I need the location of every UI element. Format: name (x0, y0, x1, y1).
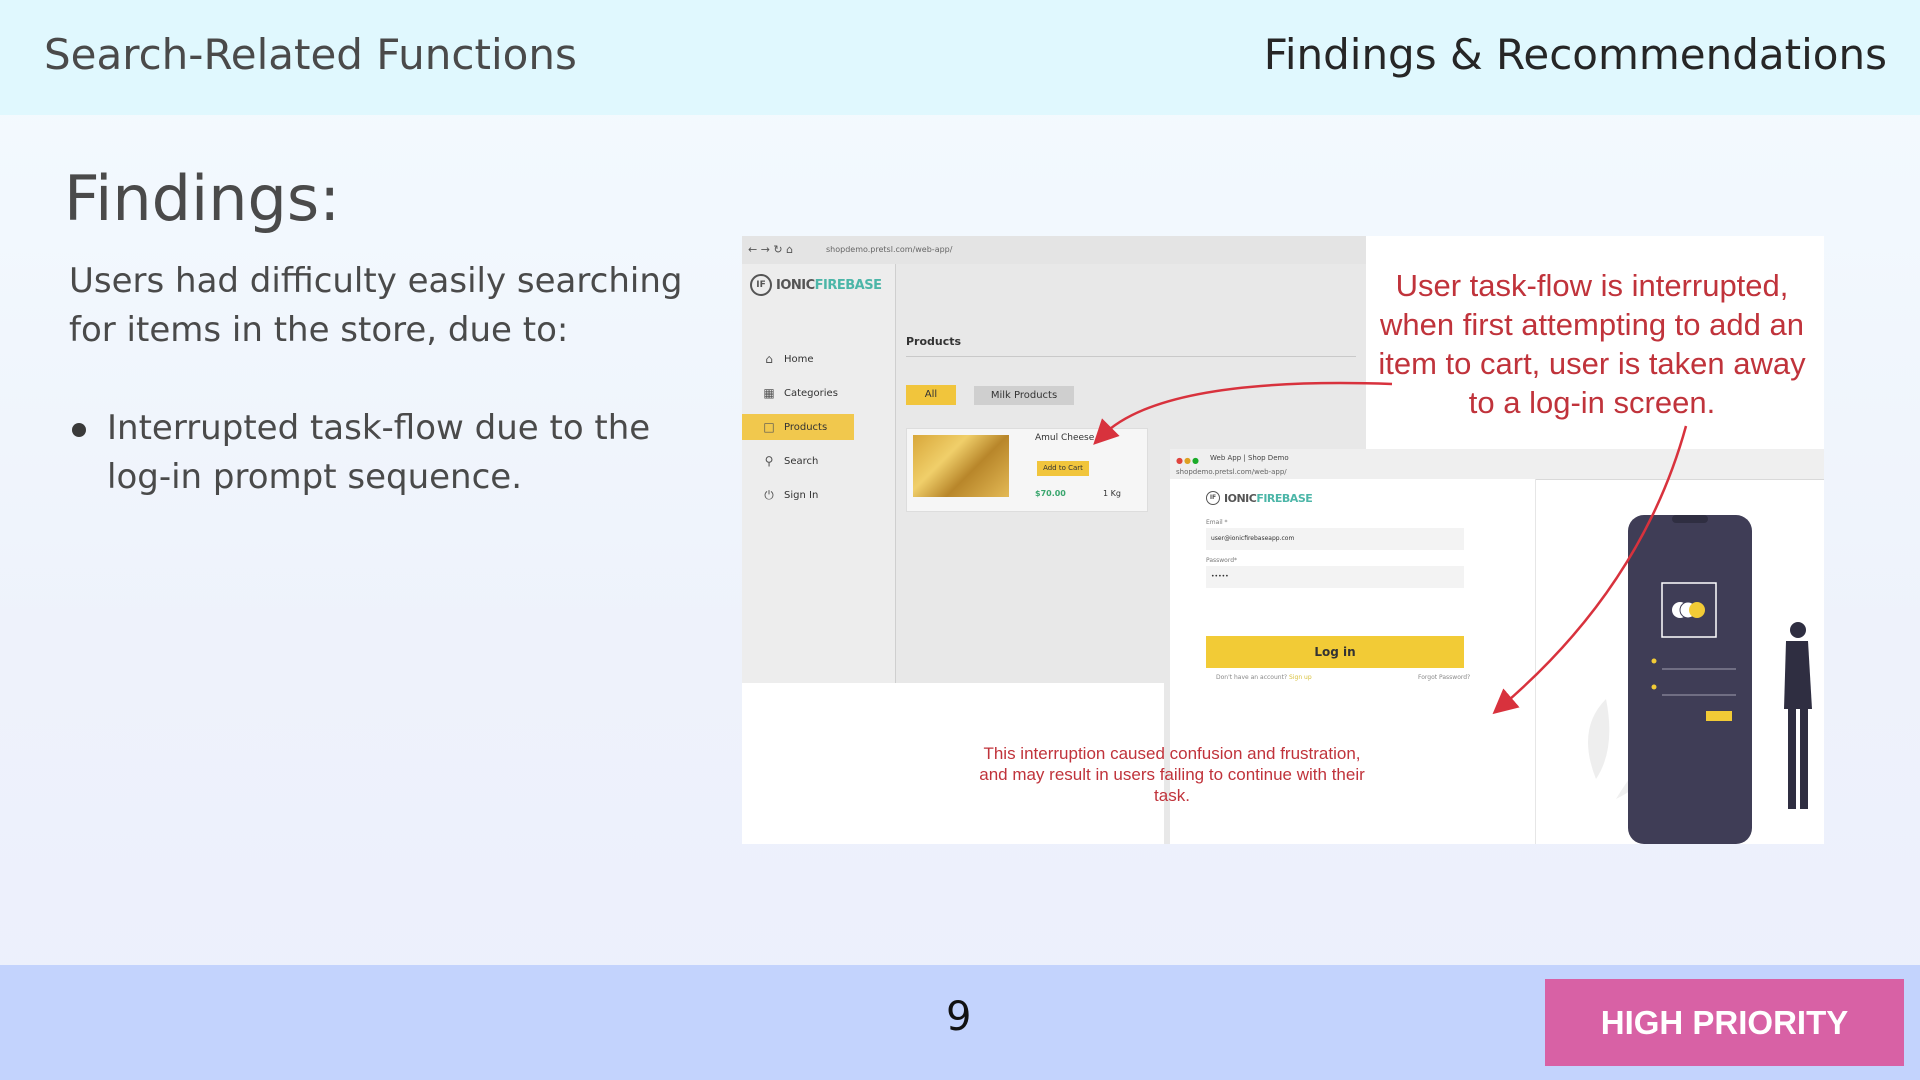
findings-bullet: Interrupted task-flow due to the log-in … (69, 404, 719, 502)
findings-list: Interrupted task-flow due to the log-in … (69, 404, 719, 502)
section-title: Search-Related Functions (44, 30, 577, 79)
section-category: Findings & Recommendations (1263, 30, 1887, 79)
priority-badge: HIGH PRIORITY (1545, 979, 1904, 1066)
callout-confusion: This interruption caused confusion and f… (979, 744, 1365, 805)
page-number: 9 (946, 994, 972, 1040)
usability-screenshot: ← → ↻ ⌂ shopdemo.pretsl.com/web-app/ IF … (742, 236, 1824, 844)
findings-intro: Users had difficulty easily searching fo… (69, 261, 683, 350)
findings-heading: Findings: (64, 162, 341, 235)
